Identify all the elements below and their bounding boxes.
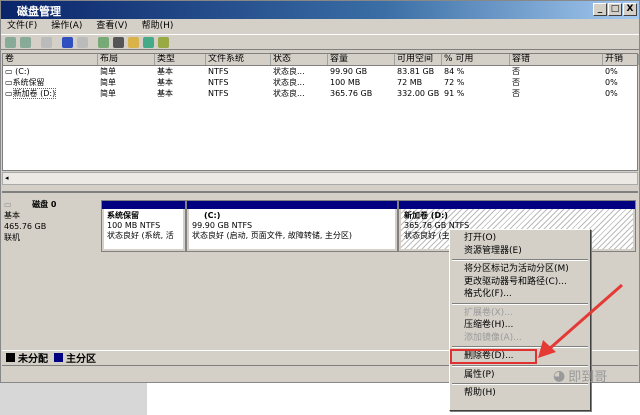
watermark: ◕ 即到哥	[553, 366, 608, 386]
wechat-icon: ◕	[553, 367, 566, 384]
red-arrow-annotation	[538, 283, 623, 358]
watermark-text: 即到哥	[568, 370, 608, 385]
